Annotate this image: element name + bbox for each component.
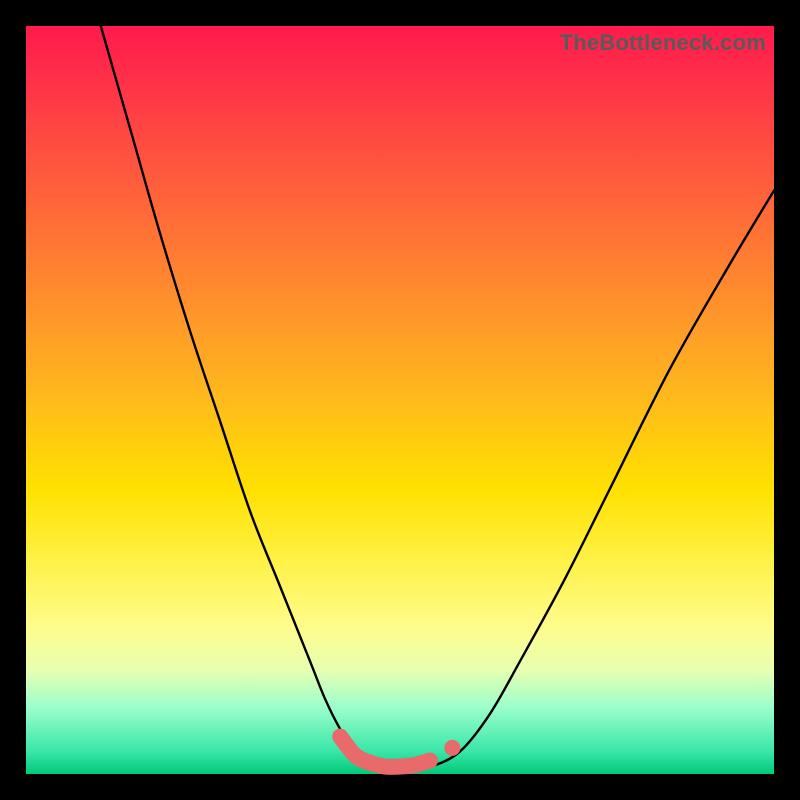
optimal-range-marker [340,737,430,767]
plot-svg [26,26,774,774]
optimal-edge-dot [444,740,460,756]
bottleneck-curve [101,26,774,768]
chart-area: TheBottleneck.com [26,26,774,774]
